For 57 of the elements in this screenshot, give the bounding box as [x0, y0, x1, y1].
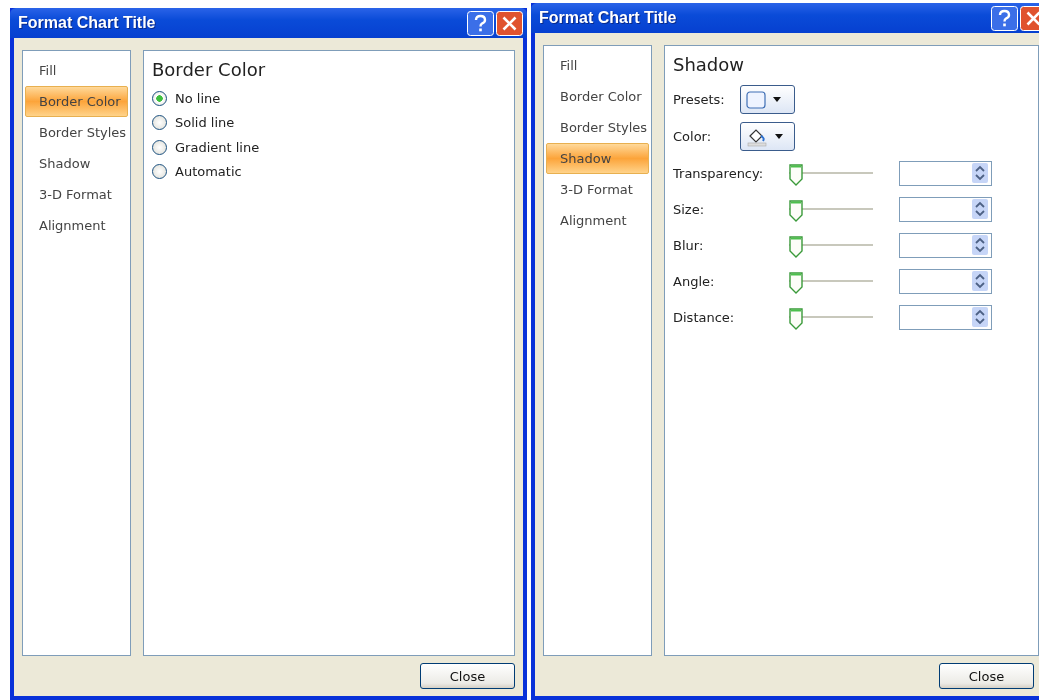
radio-label: Gradient line	[175, 139, 260, 155]
category-item[interactable]: Alignment	[546, 205, 649, 236]
close-icon[interactable]	[1020, 5, 1039, 31]
spin-arrows-icon[interactable]	[972, 199, 988, 219]
help-icon[interactable]	[467, 10, 494, 36]
spin-arrows-icon[interactable]	[972, 235, 988, 255]
spin-field[interactable]	[899, 160, 992, 186]
close-button[interactable]: Close	[420, 663, 515, 689]
spin-field[interactable]	[899, 304, 992, 330]
preset-swatch-icon	[746, 90, 766, 109]
slider-thumb[interactable]	[789, 308, 803, 330]
spin-field[interactable]	[899, 196, 992, 222]
close-icon[interactable]	[496, 10, 523, 36]
slider-thumb[interactable]	[789, 164, 803, 186]
category-item[interactable]: Border Styles	[25, 117, 128, 148]
panel-heading: Border Color	[152, 59, 267, 80]
radio-button[interactable]	[152, 139, 167, 155]
spin-field[interactable]	[899, 268, 992, 294]
help-icon[interactable]	[991, 5, 1018, 31]
picker-label: Color:	[673, 129, 713, 144]
preset-dropdown[interactable]	[740, 85, 795, 114]
category-item[interactable]: Border Color	[546, 81, 649, 112]
picker-label: Presets:	[673, 92, 726, 107]
category-item[interactable]: Fill	[25, 55, 128, 86]
panel-heading: Shadow	[673, 54, 746, 75]
radio-button[interactable]	[152, 90, 167, 106]
radio-button[interactable]	[152, 115, 167, 131]
close-button[interactable]: Close	[939, 663, 1034, 689]
caret-icon	[774, 133, 784, 140]
category-item[interactable]: Border Color	[25, 86, 128, 117]
radio-label: Automatic	[175, 164, 242, 180]
window-title: Format Chart Title	[539, 9, 677, 27]
slider-thumb[interactable]	[789, 272, 803, 294]
caret-icon	[772, 96, 782, 103]
category-item[interactable]: Fill	[546, 50, 649, 81]
color-dropdown[interactable]	[740, 122, 795, 151]
radio-label: No line	[175, 90, 221, 106]
radio-button[interactable]	[152, 164, 167, 180]
category-item[interactable]: Border Styles	[546, 112, 649, 143]
slider-label: Angle:	[673, 273, 716, 289]
window-title: Format Chart Title	[18, 14, 156, 32]
slider-label: Size:	[673, 201, 706, 217]
spin-field[interactable]	[899, 232, 992, 258]
spin-arrows-icon[interactable]	[972, 163, 988, 183]
radio-label: Solid line	[175, 115, 235, 131]
category-item[interactable]: Shadow	[25, 148, 128, 179]
slider-label: Blur:	[673, 237, 705, 253]
category-item[interactable]: 3-D Format	[546, 174, 649, 205]
spin-arrows-icon[interactable]	[972, 307, 988, 327]
slider-label: Distance:	[673, 309, 736, 325]
category-item[interactable]: Shadow	[546, 143, 649, 174]
spin-arrows-icon[interactable]	[972, 271, 988, 291]
slider-label: Transparency:	[673, 165, 765, 181]
slider-thumb[interactable]	[789, 200, 803, 222]
slider-thumb[interactable]	[789, 236, 803, 258]
category-item[interactable]: Alignment	[25, 210, 128, 241]
category-item[interactable]: 3-D Format	[25, 179, 128, 210]
